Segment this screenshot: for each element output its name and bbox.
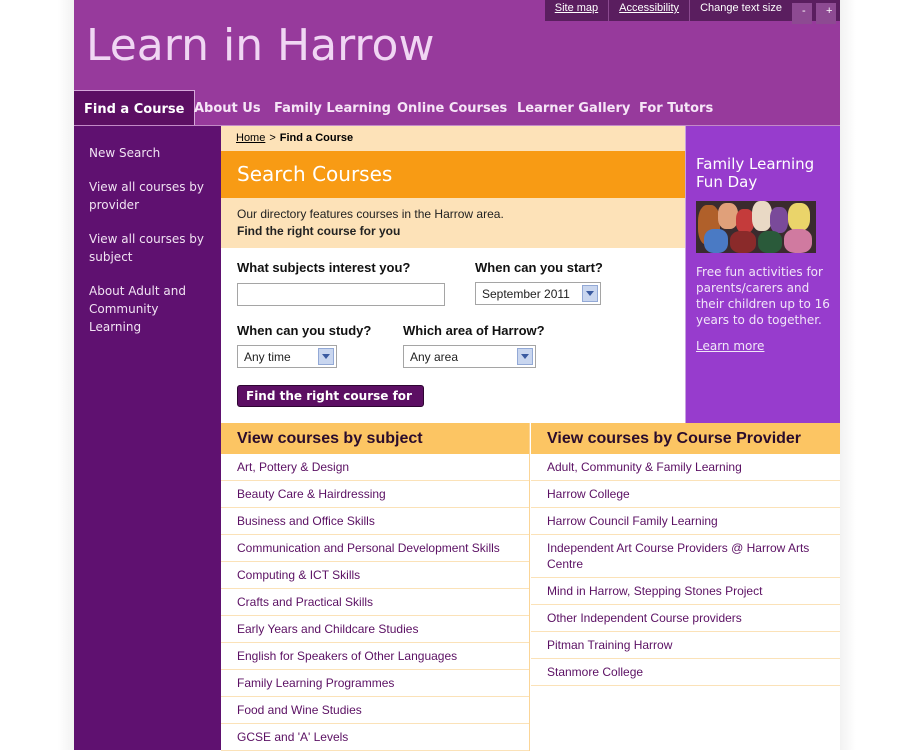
subject-item[interactable]: Crafts and Practical Skills <box>221 589 529 616</box>
chevron-down-icon <box>582 285 598 302</box>
find-course-button[interactable]: Find the right course for me <box>237 385 424 417</box>
breadcrumb-home-link[interactable]: Home <box>236 132 265 144</box>
provider-item[interactable]: Harrow College <box>531 481 840 508</box>
search-panel: Home > Find a Course Search Courses Our di… <box>221 126 685 423</box>
sidebar-item-new-search[interactable]: New Search <box>74 144 221 162</box>
search-form: What subjects interest you? When can you… <box>221 248 685 423</box>
promo-title: Family Learning Fun Day <box>696 155 815 191</box>
subject-item[interactable]: Food and Wine Studies <box>221 697 529 724</box>
subject-item[interactable]: Business and Office Skills <box>221 508 529 535</box>
sidebar-item-about-acl[interactable]: About Adult and Community Learning <box>74 282 221 336</box>
left-sidebar: New Search View all courses by provider … <box>74 126 221 750</box>
chevron-down-icon <box>517 348 533 365</box>
main-nav: Find a Course About Us Family Learning O… <box>74 90 840 126</box>
promo-text: Free fun activities for parents/carers a… <box>696 265 830 327</box>
page-shadow-right <box>840 0 856 750</box>
start-label: When can you start? <box>475 260 603 275</box>
subjects-input[interactable] <box>237 283 445 306</box>
promo-photo <box>696 201 816 253</box>
text-size-label: Change text size <box>700 2 782 14</box>
nav-find-a-course[interactable]: Find a Course <box>74 90 196 125</box>
area-select-value: Any area <box>410 350 459 364</box>
subject-item[interactable]: Beauty Care & Hairdressing <box>221 481 529 508</box>
intro-text: Our directory features courses in the Ha… <box>237 207 504 221</box>
provider-item[interactable]: Stanmore College <box>531 659 840 686</box>
site-title[interactable]: Learn in Harrow <box>86 20 434 71</box>
provider-list: View courses by Course Provider Adult, C… <box>531 423 840 686</box>
provider-item[interactable]: Harrow Council Family Learning <box>531 508 840 535</box>
subject-item[interactable]: Communication and Personal Development S… <box>221 535 529 562</box>
subject-item[interactable]: Family Learning Programmes <box>221 670 529 697</box>
intro-strong-text: Find the right course for you <box>237 224 401 238</box>
nav-for-tutors[interactable]: For Tutors <box>629 90 723 125</box>
breadcrumb-current: Find a Course <box>279 132 354 144</box>
provider-item[interactable]: Mind in Harrow, Stepping Stones Project <box>531 578 840 605</box>
subjects-label: What subjects interest you? <box>237 260 411 275</box>
study-select-value: Any time <box>244 350 291 364</box>
provider-item[interactable]: Other Independent Course providers <box>531 605 840 632</box>
provider-item[interactable]: Pitman Training Harrow <box>531 632 840 659</box>
provider-item[interactable]: Adult, Community & Family Learning <box>531 454 840 481</box>
nav-family-learning[interactable]: Family Learning <box>264 90 401 125</box>
site-map-link[interactable]: Site map <box>545 0 610 21</box>
text-size-increase-button[interactable]: + <box>816 3 836 24</box>
study-select[interactable]: Any time <box>237 345 337 368</box>
area-select[interactable]: Any area <box>403 345 536 368</box>
site-header: Learn in Harrow Site map Accessibility C… <box>74 0 840 90</box>
subject-item[interactable]: English for Speakers of Other Languages <box>221 643 529 670</box>
promo-panel: Family Learning Fun Day Free fun activit… <box>685 126 840 423</box>
subject-item[interactable]: Art, Pottery & Design <box>221 454 529 481</box>
area-label: Which area of Harrow? <box>403 323 545 338</box>
nav-online-courses[interactable]: Online Courses <box>387 90 517 125</box>
sidebar-item-by-subject[interactable]: View all courses by subject <box>74 230 221 266</box>
accessibility-link[interactable]: Accessibility <box>609 0 691 21</box>
utility-bar: Site map Accessibility Change text size … <box>544 0 840 24</box>
sidebar-item-by-provider[interactable]: View all courses by provider <box>74 178 221 214</box>
breadcrumb: Home > Find a Course <box>221 126 685 151</box>
subject-item[interactable]: Early Years and Childcare Studies <box>221 616 529 643</box>
provider-list-heading: View courses by Course Provider <box>531 423 840 454</box>
course-lists: View courses by subject Art, Pottery & D… <box>221 423 840 751</box>
breadcrumb-separator: > <box>269 132 276 144</box>
start-select-value: September 2011 <box>482 287 570 301</box>
start-select[interactable]: September 2011 <box>475 282 601 305</box>
search-heading: Search Courses <box>221 151 685 198</box>
subject-list-heading: View courses by subject <box>221 423 529 454</box>
promo-learn-more-link[interactable]: Learn more <box>696 339 764 353</box>
chevron-down-icon <box>318 348 334 365</box>
subject-list: View courses by subject Art, Pottery & D… <box>221 423 530 751</box>
page-shadow-left <box>58 0 74 750</box>
provider-item[interactable]: Independent Art Course Providers @ Harro… <box>531 535 840 578</box>
subject-item[interactable]: GCSE and 'A' Levels <box>221 724 529 751</box>
search-intro: Our directory features courses in the Ha… <box>221 198 685 248</box>
nav-learner-gallery[interactable]: Learner Gallery <box>507 90 640 125</box>
study-label: When can you study? <box>237 323 372 338</box>
nav-about-us[interactable]: About Us <box>184 90 271 125</box>
subject-item[interactable]: Computing & ICT Skills <box>221 562 529 589</box>
text-size-decrease-button[interactable]: - <box>792 3 812 24</box>
